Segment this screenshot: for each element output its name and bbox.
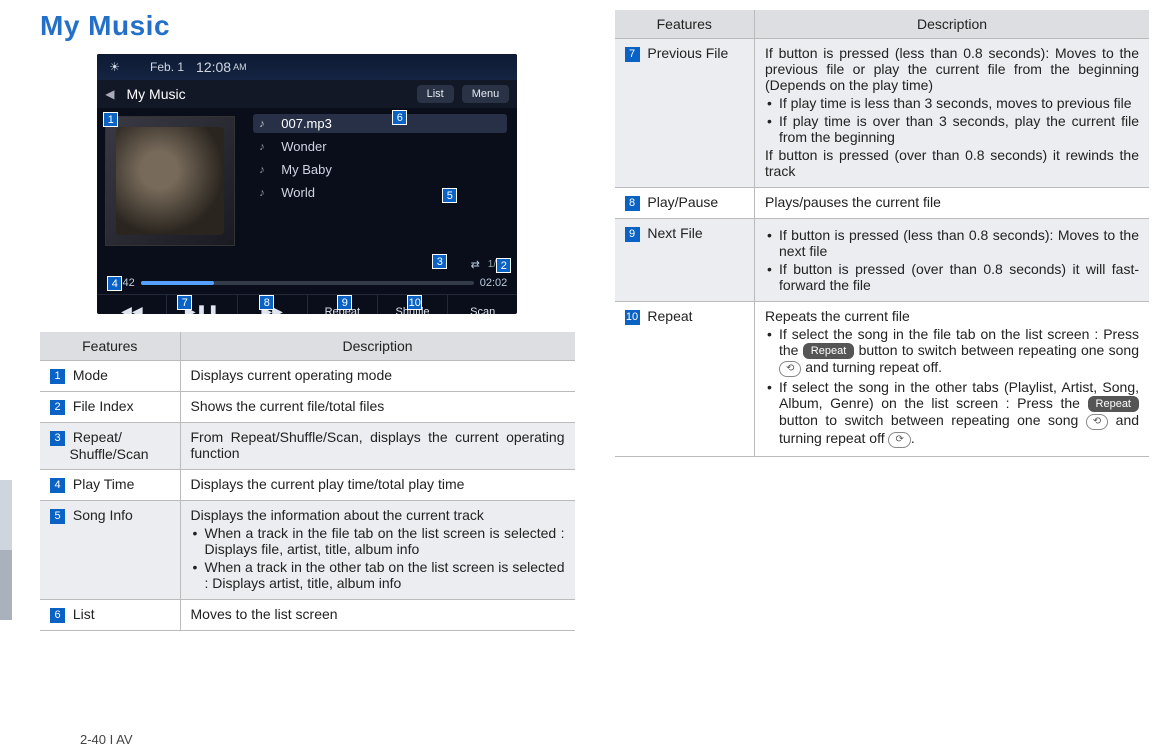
note-icon: ♪ (259, 164, 271, 176)
feature-label: File Index (69, 398, 134, 414)
control-row: ◀◀ ▶❚❚ ▶▶ Repeat Shuffle Scan (97, 294, 517, 314)
progress-bar[interactable] (141, 281, 474, 285)
col-features: Features (615, 10, 755, 39)
callout-number: 2 (50, 400, 65, 415)
list-button[interactable]: List (417, 85, 454, 103)
table-row: 8 Play/PausePlays/pauses the current fil… (615, 188, 1150, 219)
menu-button[interactable]: Menu (462, 85, 510, 103)
song-row[interactable]: ♪007.mp3 (253, 114, 507, 133)
feature-label: Play Time (69, 476, 134, 492)
note-icon: ♪ (259, 187, 271, 199)
table-row: 10 RepeatRepeats the current fileIf sele… (615, 302, 1150, 457)
status-time: 12:08 (196, 59, 231, 75)
table-row: 5 Song InfoDisplays the information abou… (40, 501, 575, 600)
description-cell: Repeats the current fileIf select the so… (755, 302, 1150, 457)
description-cell: Displays the current play time/total pla… (180, 470, 575, 501)
shuffle-status-icon: ⇄ (471, 258, 480, 271)
feature-label: Mode (69, 367, 108, 383)
callout-number: 3 (50, 431, 65, 446)
prev-button[interactable]: ◀◀ (97, 295, 167, 314)
callout-number: 6 (50, 608, 65, 623)
callout-8: 8 (259, 295, 274, 310)
weather-icon: ☀ (109, 60, 120, 74)
table-row: 1 ModeDisplays current operating mode (40, 361, 575, 392)
feature-cell: 4 Play Time (40, 470, 180, 501)
feature-label: Repeat (644, 308, 693, 324)
callout-number: 1 (50, 369, 65, 384)
song-row[interactable]: ♪My Baby (253, 160, 507, 179)
song-list: ♪007.mp3 ♪Wonder ♪My Baby ♪World (243, 108, 517, 256)
time-total: 02:02 (480, 277, 508, 289)
callout-number: 4 (50, 478, 65, 493)
prev-icon: ◀◀ (121, 303, 143, 314)
features-table-right: Features Description 7 Previous FileIf b… (615, 10, 1150, 457)
col-features: Features (40, 332, 180, 361)
description-cell: Plays/pauses the current file (755, 188, 1150, 219)
feature-label: Play/Pause (644, 194, 719, 210)
col-description: Description (755, 10, 1150, 39)
mode-label: My Music (126, 86, 408, 102)
callout-number: 8 (625, 196, 640, 211)
feature-cell: 9 Next File (615, 219, 755, 302)
description-cell: Displays the information about the curre… (180, 501, 575, 600)
table-row: 4 Play TimeDisplays the current play tim… (40, 470, 575, 501)
status-row: ⇄ 1/16 (97, 256, 517, 272)
callout-number: 10 (625, 310, 640, 325)
feature-cell: 10 Repeat (615, 302, 755, 457)
callout-2: 2 (496, 258, 511, 273)
feature-label: Song Info (69, 507, 133, 523)
back-icon[interactable]: ◀ (105, 87, 114, 101)
status-bar: ☀ Feb. 1 12:08 AM (97, 54, 517, 80)
callout-number: 5 (50, 509, 65, 524)
album-art (105, 116, 235, 246)
note-icon: ♪ (259, 141, 271, 153)
feature-cell: 6 List (40, 600, 180, 631)
callout-3: 3 (432, 254, 447, 269)
table-row: 3 Repeat/ Shuffle/ScanFrom Repeat/Shuffl… (40, 423, 575, 470)
table-row: 9 Next FileIf button is pressed (less th… (615, 219, 1150, 302)
description-cell: Moves to the list screen (180, 600, 575, 631)
status-date: Feb. 1 (150, 60, 184, 74)
callout-6: 6 (392, 110, 407, 125)
callout-1: 1 (103, 112, 118, 127)
callout-number: 9 (625, 227, 640, 242)
side-tab (0, 550, 12, 620)
callout-number: 7 (625, 47, 640, 62)
callout-10: 10 (407, 295, 422, 310)
description-cell: From Repeat/Shuffle/Scan, displays the c… (180, 423, 575, 470)
feature-cell: 5 Song Info (40, 501, 180, 600)
page-footer: 2-40 I AV (80, 732, 133, 747)
feature-cell: 3 Repeat/ Shuffle/Scan (40, 423, 180, 470)
device-screenshot: ☀ Feb. 1 12:08 AM ◀ My Music List Menu ♪… (97, 54, 517, 314)
note-icon: ♪ (259, 118, 271, 130)
song-row[interactable]: ♪Wonder (253, 137, 507, 156)
description-cell: Displays current operating mode (180, 361, 575, 392)
feature-cell: 7 Previous File (615, 39, 755, 188)
features-table-left: Features Description 1 ModeDisplays curr… (40, 332, 575, 631)
feature-cell: 8 Play/Pause (615, 188, 755, 219)
description-cell: Shows the current file/total files (180, 392, 575, 423)
feature-label: Next File (644, 225, 703, 241)
side-tab (0, 480, 12, 550)
description-cell: If button is pressed (less than 0.8 seco… (755, 219, 1150, 302)
feature-label: List (69, 606, 95, 622)
title-bar: ◀ My Music List Menu (97, 80, 517, 108)
table-row: 7 Previous FileIf button is pressed (les… (615, 39, 1150, 188)
page-title: My Music (40, 10, 575, 42)
callout-7: 7 (177, 295, 192, 310)
callout-9: 9 (337, 295, 352, 310)
feature-label: Previous File (644, 45, 729, 61)
status-ampm: AM (233, 62, 247, 72)
time-row: 00:42 02:02 (97, 272, 517, 294)
col-description: Description (180, 332, 575, 361)
table-row: 2 File IndexShows the current file/total… (40, 392, 575, 423)
description-cell: If button is pressed (less than 0.8 seco… (755, 39, 1150, 188)
callout-4: 4 (107, 276, 122, 291)
song-row[interactable]: ♪World (253, 183, 507, 202)
scan-button[interactable]: Scan (448, 295, 517, 314)
feature-cell: 2 File Index (40, 392, 180, 423)
table-row: 6 ListMoves to the list screen (40, 600, 575, 631)
feature-cell: 1 Mode (40, 361, 180, 392)
callout-5: 5 (442, 188, 457, 203)
